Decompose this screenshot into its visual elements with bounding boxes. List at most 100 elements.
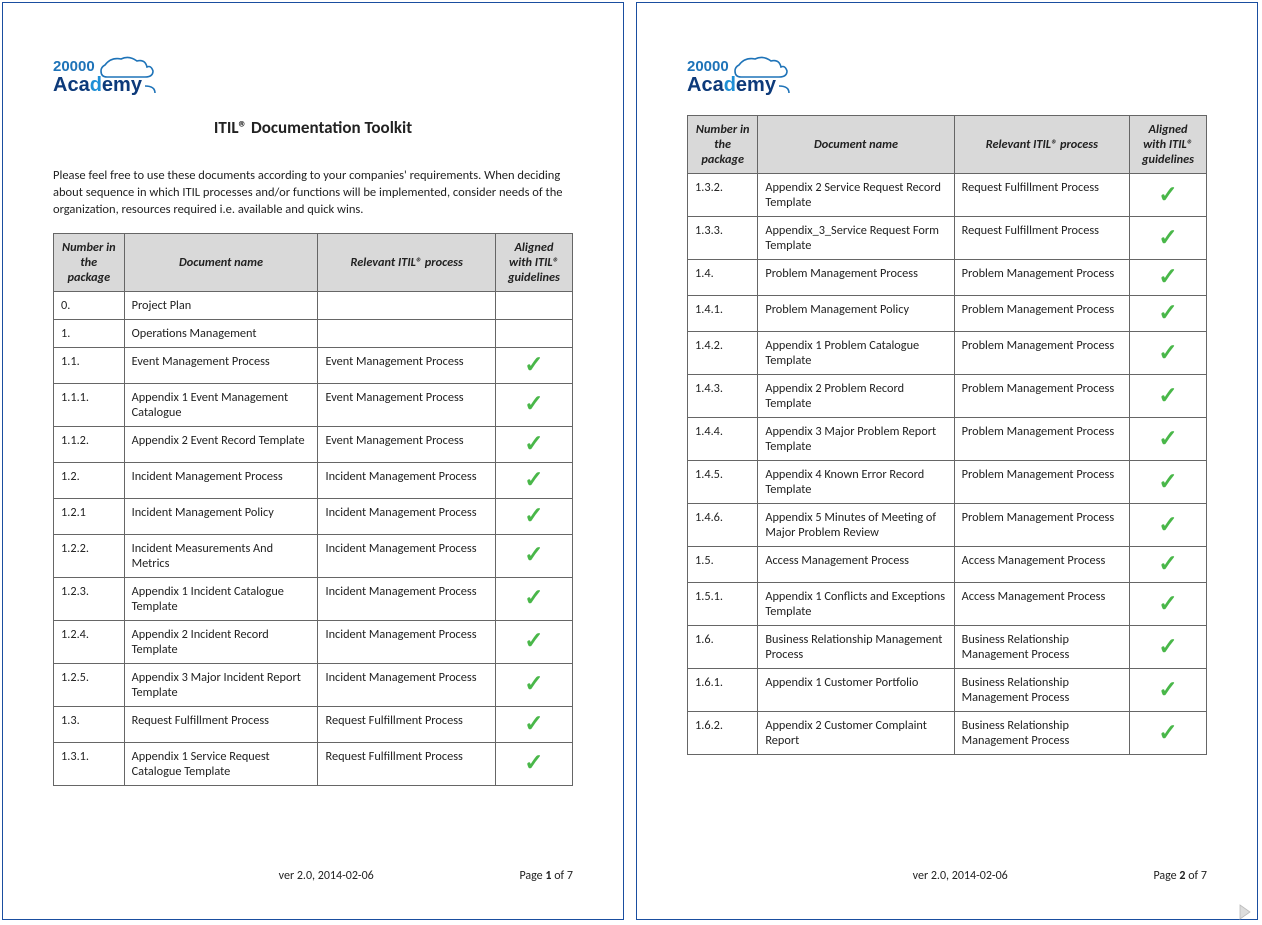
cell-number: 1.2.	[54, 462, 125, 498]
table-row: 1.2.4.Appendix 2 Incident Record Templat…	[54, 620, 573, 663]
cell-document: Appendix 5 Minutes of Meeting of Major P…	[758, 504, 954, 547]
check-icon: ✓	[1158, 590, 1177, 618]
cell-aligned: ✓	[1130, 626, 1207, 669]
cell-number: 1.3.2.	[688, 174, 758, 217]
check-icon: ✓	[1158, 719, 1177, 747]
col-aligned: Aligned with ITIL® guidelines	[1130, 116, 1207, 174]
cell-document: Appendix_3_Service Request Form Template	[758, 217, 954, 260]
cell-aligned: ✓	[495, 347, 572, 383]
cell-aligned: ✓	[1130, 504, 1207, 547]
page-2: 20000 Academy Number in the package Docu…	[636, 2, 1258, 920]
check-icon: ✓	[524, 430, 543, 458]
col-aligned: Aligned with ITIL® guidelines	[495, 233, 572, 291]
table-header-row: Number in the package Document name Rele…	[688, 116, 1207, 174]
table-row: 1.1.Event Management ProcessEvent Manage…	[54, 347, 573, 383]
cell-document: Appendix 2 Event Record Template	[124, 426, 318, 462]
cell-process: Incident Management Process	[318, 534, 495, 577]
cell-process: Problem Management Process	[954, 504, 1129, 547]
check-icon: ✓	[1158, 382, 1177, 410]
cell-aligned: ✓	[495, 663, 572, 706]
brand-logo: 20000 Academy	[53, 53, 183, 101]
cell-document: Appendix 3 Major Problem Report Template	[758, 418, 954, 461]
page-footer: ver 2.0, 2014-02-06 Page 1 of 7	[53, 869, 573, 883]
table-row: 1.5.1.Appendix 1 Conflicts and Exception…	[688, 583, 1207, 626]
cell-number: 1.2.1	[54, 498, 125, 534]
cell-document: Incident Management Policy	[124, 498, 318, 534]
table-row: 1.2.Incident Management ProcessIncident …	[54, 462, 573, 498]
col-process: Relevant ITIL® process	[954, 116, 1129, 174]
page-1: 20000 Academy ITIL® Documentation Toolki…	[2, 2, 624, 920]
cell-process: Problem Management Process	[954, 418, 1129, 461]
table-row: 1.3.3.Appendix_3_Service Request Form Te…	[688, 217, 1207, 260]
cell-number: 1.1.2.	[54, 426, 125, 462]
col-process: Relevant ITIL® process	[318, 233, 495, 291]
cell-aligned: ✓	[1130, 712, 1207, 755]
cell-aligned: ✓	[495, 534, 572, 577]
cell-number: 0.	[54, 291, 125, 319]
cell-number: 1.4.	[688, 260, 758, 296]
check-icon: ✓	[1158, 339, 1177, 367]
cell-process: Business Relationship Management Process	[954, 626, 1129, 669]
document-canvas: 20000 Academy ITIL® Documentation Toolki…	[0, 0, 1262, 925]
cell-aligned: ✓	[495, 498, 572, 534]
cell-document: Business Relationship Management Process	[758, 626, 954, 669]
col-number: Number in the package	[54, 233, 125, 291]
check-icon: ✓	[524, 670, 543, 698]
table-row: 1.4.4.Appendix 3 Major Problem Report Te…	[688, 418, 1207, 461]
cell-document: Appendix 2 Service Request Record Templa…	[758, 174, 954, 217]
footer-version: ver 2.0, 2014-02-06	[133, 869, 519, 883]
check-icon: ✓	[1158, 299, 1177, 327]
cell-document: Appendix 2 Customer Complaint Report	[758, 712, 954, 755]
cell-document: Event Management Process	[124, 347, 318, 383]
next-page-arrow-icon[interactable]	[1236, 903, 1254, 921]
svg-text:Academy: Academy	[687, 74, 777, 96]
cell-document: Appendix 3 Major Incident Report Templat…	[124, 663, 318, 706]
check-icon: ✓	[1158, 550, 1177, 578]
cell-document: Problem Management Process	[758, 260, 954, 296]
cell-number: 1.4.4.	[688, 418, 758, 461]
cell-process	[318, 291, 495, 319]
cell-process: Incident Management Process	[318, 462, 495, 498]
cell-document: Appendix 1 Event Management Catalogue	[124, 383, 318, 426]
table-row: 1.2.2.Incident Measurements And MetricsI…	[54, 534, 573, 577]
table-row: 1.3.2.Appendix 2 Service Request Record …	[688, 174, 1207, 217]
check-icon: ✓	[524, 627, 543, 655]
cell-process: Incident Management Process	[318, 577, 495, 620]
cell-process: Incident Management Process	[318, 620, 495, 663]
cell-document: Operations Management	[124, 319, 318, 347]
check-icon: ✓	[1158, 224, 1177, 252]
cell-aligned: ✓	[495, 577, 572, 620]
cell-document: Appendix 1 Service Request Catalogue Tem…	[124, 742, 318, 785]
cell-number: 1.1.1.	[54, 383, 125, 426]
cell-process: Request Fulfillment Process	[318, 742, 495, 785]
table-row: 1.4.3.Appendix 2 Problem Record Template…	[688, 375, 1207, 418]
cell-number: 1.3.1.	[54, 742, 125, 785]
cell-number: 1.6.	[688, 626, 758, 669]
cell-number: 1.2.2.	[54, 534, 125, 577]
cell-number: 1.5.	[688, 547, 758, 583]
cell-number: 1.6.1.	[688, 669, 758, 712]
table-row: 1.2.3.Appendix 1 Incident Catalogue Temp…	[54, 577, 573, 620]
col-document: Document name	[124, 233, 318, 291]
check-icon: ✓	[524, 541, 543, 569]
table-row: 1.3.1.Appendix 1 Service Request Catalog…	[54, 742, 573, 785]
table-header-row: Number in the package Document name Rele…	[54, 233, 573, 291]
cell-aligned: ✓	[1130, 583, 1207, 626]
document-title: ITIL® Documentation Toolkit	[53, 117, 573, 138]
cell-aligned: ✓	[495, 383, 572, 426]
cell-process: Incident Management Process	[318, 663, 495, 706]
svg-text:20000: 20000	[687, 58, 729, 75]
cell-document: Appendix 2 Incident Record Template	[124, 620, 318, 663]
cell-aligned: ✓	[1130, 260, 1207, 296]
table-row: 1.4.1.Problem Management PolicyProblem M…	[688, 296, 1207, 332]
cell-aligned: ✓	[495, 742, 572, 785]
cell-document: Appendix 1 Incident Catalogue Template	[124, 577, 318, 620]
cell-aligned: ✓	[1130, 174, 1207, 217]
check-icon: ✓	[524, 502, 543, 530]
cell-number: 1.2.5.	[54, 663, 125, 706]
cell-process: Request Fulfillment Process	[954, 174, 1129, 217]
table-row: 1.6.2.Appendix 2 Customer Complaint Repo…	[688, 712, 1207, 755]
table-row: 1.Operations Management	[54, 319, 573, 347]
cell-process: Access Management Process	[954, 583, 1129, 626]
cell-process: Problem Management Process	[954, 260, 1129, 296]
